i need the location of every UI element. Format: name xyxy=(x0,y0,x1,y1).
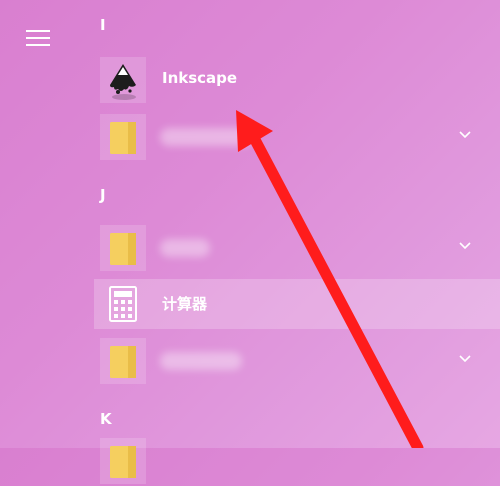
app-label-inkscape: Inkscape xyxy=(162,69,238,87)
app-folder-item[interactable] xyxy=(94,436,500,486)
inkscape-icon xyxy=(110,64,136,100)
app-tile xyxy=(100,281,146,327)
app-item-calculator[interactable]: 计算器 xyxy=(94,279,500,329)
chevron-down-icon[interactable] xyxy=(458,128,472,142)
section-header-k[interactable]: K xyxy=(100,410,112,428)
app-tile xyxy=(100,225,146,271)
app-folder-item[interactable] xyxy=(94,223,500,273)
start-menu-rail xyxy=(0,0,80,448)
calculator-icon xyxy=(109,286,137,322)
app-label-calculator: 计算器 xyxy=(162,295,208,313)
app-tile xyxy=(100,338,146,384)
section-header-i[interactable]: I xyxy=(100,16,106,34)
section-header-j[interactable]: J xyxy=(100,186,106,204)
folder-icon xyxy=(110,122,136,154)
app-tile xyxy=(100,57,146,103)
app-item-inkscape[interactable]: Inkscape xyxy=(94,55,500,105)
app-folder-item[interactable] xyxy=(94,112,500,162)
folder-icon xyxy=(110,346,136,378)
hamburger-menu-icon[interactable] xyxy=(26,30,50,46)
chevron-down-icon[interactable] xyxy=(458,239,472,253)
blurred-folder-name xyxy=(160,352,242,370)
app-tile xyxy=(100,114,146,160)
folder-icon xyxy=(110,446,136,478)
blurred-folder-name xyxy=(160,239,210,257)
folder-icon xyxy=(110,233,136,265)
blurred-folder-name xyxy=(160,128,252,146)
app-tile xyxy=(100,438,146,484)
app-folder-item[interactable] xyxy=(94,336,500,386)
chevron-down-icon[interactable] xyxy=(458,352,472,366)
